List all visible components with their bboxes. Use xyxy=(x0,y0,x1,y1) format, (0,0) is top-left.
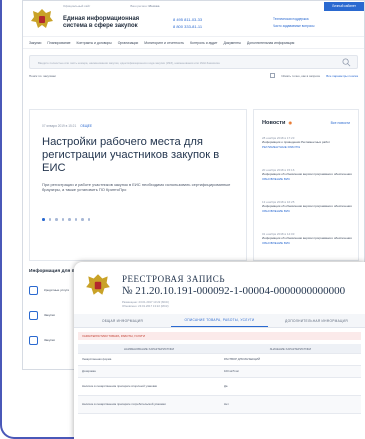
nav-item-additional[interactable]: Дополнительная информация xyxy=(247,41,294,45)
hotline-phones: 8 495 811-03-33 8 800 333-81-11 xyxy=(173,16,202,30)
all-news-link[interactable]: Все новости xyxy=(331,121,350,125)
characteristics-table: НАИМЕНОВАНИЕ ХАРАКТЕРИСТИКИ ЗНАЧЕНИЕ ХАР… xyxy=(78,344,361,414)
user-icon xyxy=(29,335,38,345)
characteristics-section-title: ХАРАКТЕРИСТИКИ ТОВАРА, РАБОТЫ, УСЛУГИ xyxy=(78,332,361,340)
carousel-dots xyxy=(42,218,90,221)
nav-item-planning[interactable]: Планирование xyxy=(47,41,70,45)
nav-item-monitoring[interactable]: Мониторинг и отчетность xyxy=(144,41,184,45)
nav-item-purchases[interactable]: Закупки xyxy=(29,41,41,45)
carousel-dot[interactable] xyxy=(55,218,58,221)
registry-record-card: РЕЕСТРОВАЯ ЗАПИСЬ № 21.20.10.191-000092-… xyxy=(74,262,365,439)
document-icon xyxy=(29,285,38,295)
column-header-value: ЗНАЧЕНИЕ ХАРАКТЕРИСТИКИ xyxy=(269,346,312,351)
record-title: РЕЕСТРОВАЯ ЗАПИСЬ xyxy=(122,274,225,284)
site-header: Официальный сайт Ваш регион: Москва Личн… xyxy=(23,1,364,37)
news-item[interactable]: 28 ноября 2018 в 17:23 Информация о прове… xyxy=(262,136,354,149)
nav-item-contracts[interactable]: Контракты и договоры xyxy=(77,41,112,45)
table-row: Лекарственная форма РАСТВОР ДЛЯ ИНЪЕКЦИЙ xyxy=(78,354,361,366)
record-number: № 21.20.10.191-000092-1-00004-0000000000… xyxy=(122,285,346,297)
exact-match-label: Искать точно, как в запросе xyxy=(281,73,321,78)
personal-cabinet-button[interactable]: Личный кабинет xyxy=(324,1,364,11)
search-placeholder: Введите полностью или часть номера, наим… xyxy=(38,61,220,65)
news-title: Новости ◉ xyxy=(262,120,292,126)
hero-tag[interactable]: ОБЩЕЕ xyxy=(80,124,92,128)
carousel-dot[interactable] xyxy=(48,218,51,221)
region-selector[interactable]: Ваш регион: Москва xyxy=(130,4,159,8)
hero-text: При регистрации и работе участников заку… xyxy=(42,182,231,192)
news-panel: Новости ◉ Все новости 28 ноября 2018 в 17… xyxy=(253,109,359,261)
main-nav: Закупки Планирование Контракты и договор… xyxy=(23,37,364,49)
top-strip: Официальный сайт Ваш регион: Москва Личн… xyxy=(23,1,364,11)
column-header-name: НАИМЕНОВАНИЕ ХАРАКТЕРИСТИКИ xyxy=(123,346,175,351)
site-title[interactable]: Единая информационная система в сфере за… xyxy=(63,16,153,30)
official-site-label: Официальный сайт xyxy=(63,4,91,8)
tech-support-link[interactable]: Техническая поддержка xyxy=(273,16,314,23)
carousel-dot[interactable] xyxy=(61,218,64,221)
hero-date: 07 января 2019 в 15:21 ОБЩЕЕ xyxy=(42,124,93,128)
carousel-dot[interactable] xyxy=(81,218,84,221)
news-item[interactable]: 13 ноября 2018 в 16:25 Информация об обно… xyxy=(262,200,354,213)
support-links: Техническая поддержка Часто задаваемые в… xyxy=(273,16,314,30)
hero-title[interactable]: Настройки рабочего места для регистрации… xyxy=(42,136,232,175)
record-updated: Обновлено: 23.01.2017 13:22 (МСК) xyxy=(122,304,169,308)
all-params-link[interactable]: Все параметры поиска xyxy=(326,74,358,78)
table-header: НАИМЕНОВАНИЕ ХАРАКТЕРИСТИКИ ЗНАЧЕНИЕ ХАР… xyxy=(78,344,361,354)
table-row: Дозировка 100 мг/5 мл xyxy=(78,366,361,378)
record-meta: Размещено: 23.01.2017 13:22 (МСК) Обновл… xyxy=(122,300,169,308)
coat-of-arms-icon xyxy=(86,274,110,295)
search-options: Поиск по: закупкам Искать точно, как в з… xyxy=(23,69,364,82)
search-mode-select[interactable]: Поиск по: закупкам xyxy=(29,74,56,78)
nav-item-organizations[interactable]: Организации xyxy=(118,41,139,45)
nav-item-audit[interactable]: Контроль и аудит xyxy=(190,41,217,45)
tab-general-info[interactable]: ОБЩАЯ ИНФОРМАЦИЯ xyxy=(74,314,171,327)
news-item[interactable]: 01 ноября 2018 в 14:03 Информация об обно… xyxy=(262,232,354,245)
hero-banner[interactable]: 07 января 2019 в 15:21 ОБЩЕЕ Настройки ра… xyxy=(29,109,247,261)
exact-match-checkbox[interactable] xyxy=(270,73,276,78)
tab-description[interactable]: ОПИСАНИЕ ТОВАРА, РАБОТЫ, УСЛУГИ xyxy=(171,314,268,327)
search-input[interactable]: Введите полностью или часть номера, наим… xyxy=(29,55,358,69)
nav-item-documents[interactable]: Документы xyxy=(223,41,240,45)
carousel-dot[interactable] xyxy=(74,218,77,221)
phone-free: 8 800 333-81-11 xyxy=(173,24,203,29)
tab-additional-info[interactable]: ДОПОЛНИТЕЛЬНАЯ ИНФОРМАЦИЯ xyxy=(268,314,365,327)
rss-icon[interactable]: ◉ xyxy=(288,120,292,125)
table-row: Наличие в лекарственном препарате потреб… xyxy=(78,396,361,414)
search-icon[interactable] xyxy=(342,58,351,67)
carousel-dot[interactable] xyxy=(87,218,90,221)
carousel-dot[interactable] xyxy=(42,218,45,221)
coat-of-arms-icon xyxy=(31,9,53,28)
table-row: Наличие в лекарственном препарате вторич… xyxy=(78,378,361,396)
record-tabs: ОБЩАЯ ИНФОРМАЦИЯ ОПИСАНИЕ ТОВАРА, РАБОТЫ… xyxy=(74,314,365,328)
phone-moscow: 8 495 811-03-33 xyxy=(173,17,203,22)
news-item[interactable]: 20 ноября 2018 в 15:16 Информация об обно… xyxy=(262,168,354,181)
faq-link[interactable]: Часто задаваемые вопросы xyxy=(273,23,314,30)
carousel-dot[interactable] xyxy=(68,218,71,221)
document-icon xyxy=(29,310,38,320)
